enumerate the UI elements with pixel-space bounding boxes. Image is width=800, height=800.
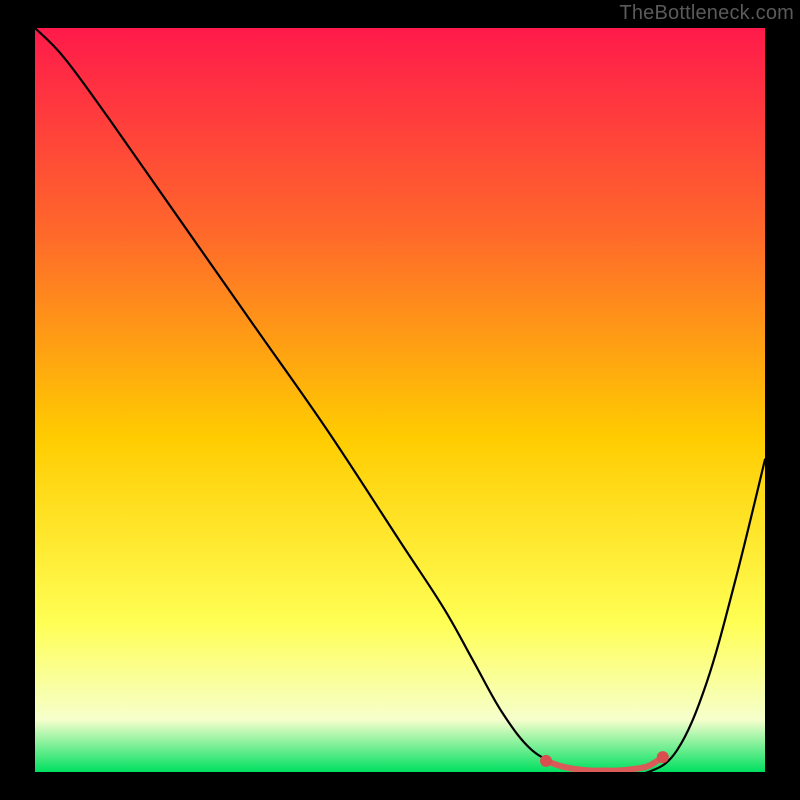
accent-dot bbox=[657, 751, 669, 763]
chart-svg bbox=[35, 28, 765, 772]
gradient-background bbox=[35, 28, 765, 772]
chart-plot bbox=[35, 28, 765, 772]
watermark-label: TheBottleneck.com bbox=[619, 2, 794, 25]
chart-frame: TheBottleneck.com bbox=[0, 0, 800, 800]
accent-dot bbox=[540, 755, 552, 767]
